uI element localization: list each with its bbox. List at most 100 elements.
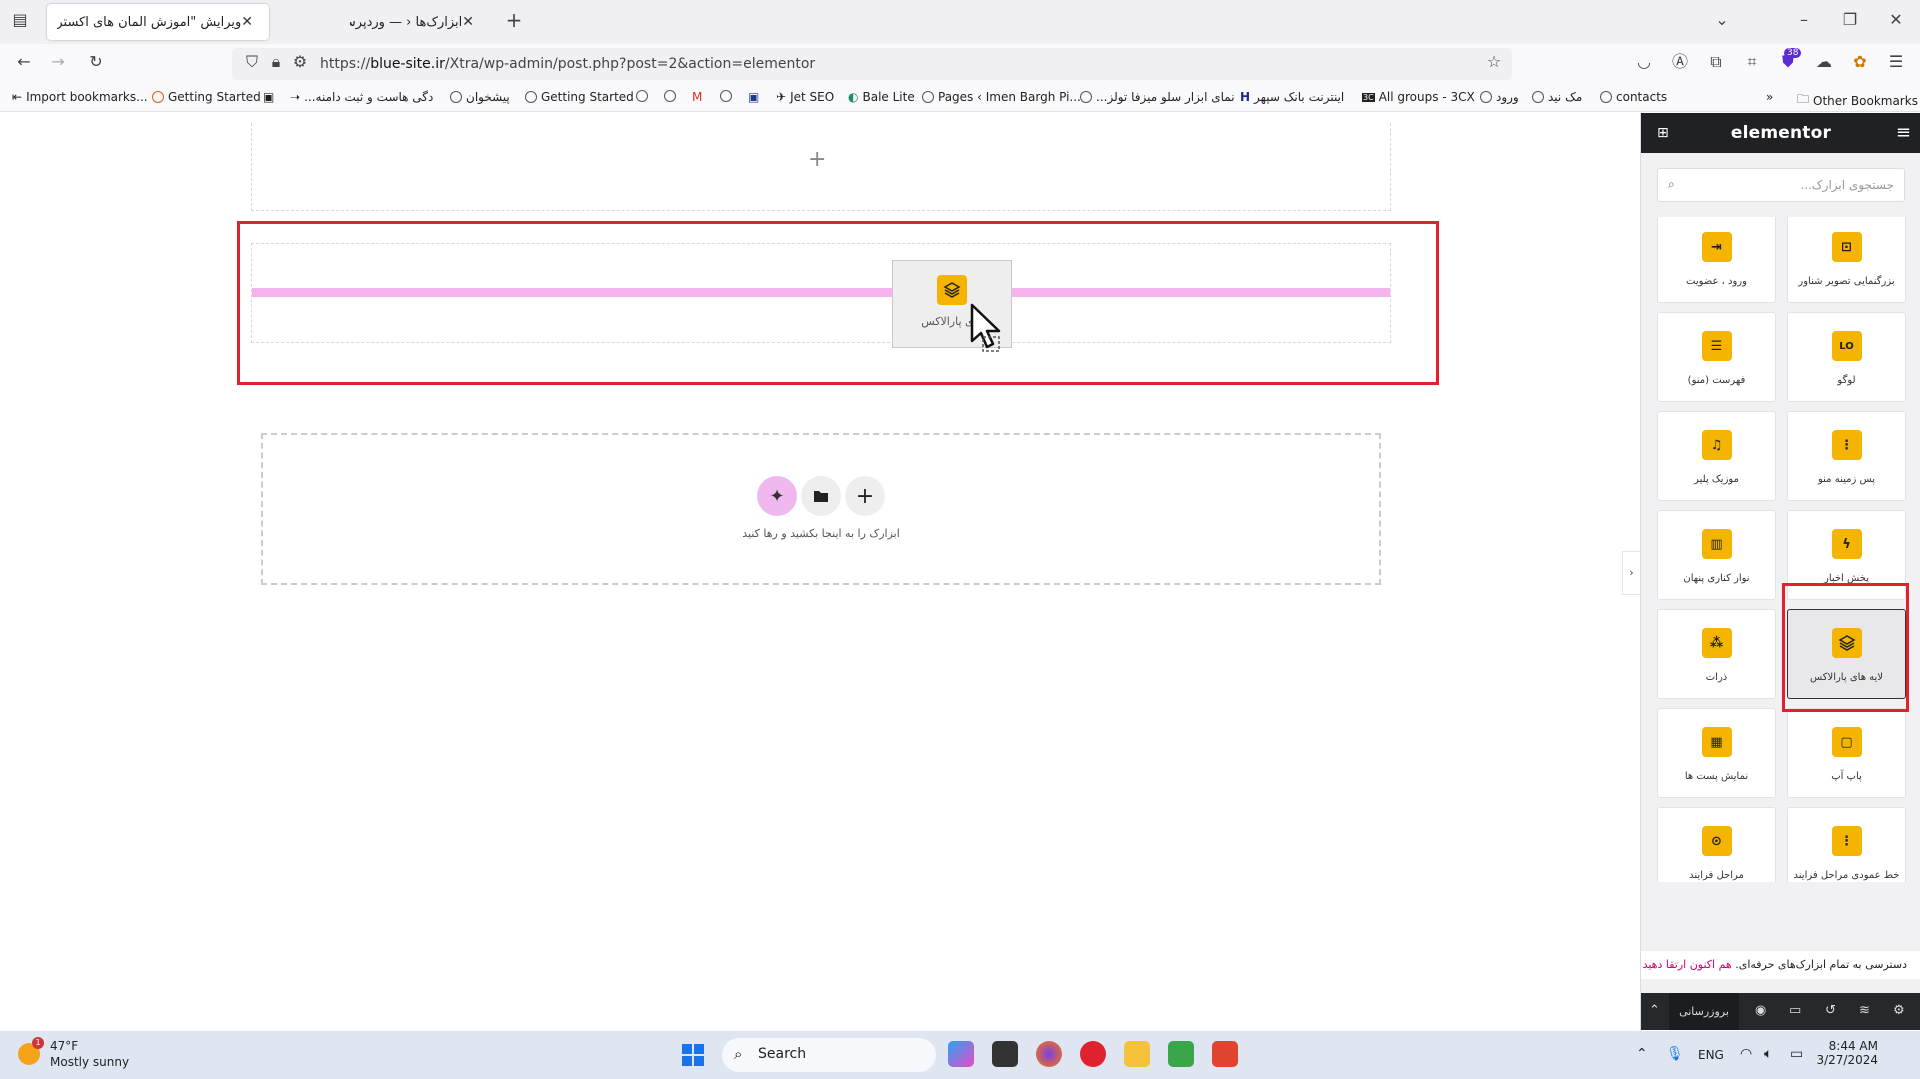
bookmark-item[interactable]: 3C All groups - 3CX [1362, 90, 1475, 104]
bookmark-item[interactable]: Pages ‹ Imen Bargh Pi... [922, 90, 1081, 104]
globe-icon [664, 90, 676, 102]
close-window-icon[interactable]: ✕ [1884, 10, 1908, 34]
hamburger-menu-icon[interactable]: ≡ [1896, 122, 1911, 143]
minimize-icon[interactable]: – [1792, 10, 1816, 34]
bookmarks-overflow[interactable]: » [1766, 90, 1773, 104]
bookmark-item[interactable]: ⇤ Import bookmarks... [12, 90, 148, 104]
permissions-icon[interactable]: ⚙ [288, 52, 312, 76]
settings-gear-icon[interactable]: ⚙ [1893, 1003, 1905, 1018]
bookmark-item[interactable]: ▣ [263, 90, 274, 104]
camtasia-green-icon[interactable] [1168, 1041, 1194, 1067]
widget-music-player[interactable]: ♫ موزیک پلیر [1657, 411, 1776, 501]
widget-vertical-process[interactable]: ⋮ خط عمودی مراحل فرایند [1787, 807, 1906, 882]
add-element-icon[interactable]: + [808, 147, 826, 172]
tab-widgets[interactable]: ✕ ابزارک‌ها ‹ — وردپرس [340, 4, 490, 40]
bookmark-item[interactable]: Getting Started [525, 90, 634, 104]
upgrade-link[interactable]: هم اکنون ارتقا دهید [1643, 958, 1732, 971]
task-view-icon[interactable] [992, 1041, 1018, 1067]
menu-icon: ☰ [1701, 331, 1732, 361]
widget-search-input[interactable]: ⌕ جستجوی ابزارک... [1657, 168, 1905, 202]
reload-icon[interactable]: ↻ [84, 52, 108, 76]
bookmark-item[interactable]: Getting Started [152, 90, 261, 104]
bookmark-item[interactable] [664, 90, 676, 102]
panel-collapse-button[interactable]: › [1622, 551, 1640, 595]
close-tab-icon[interactable]: ✕ [462, 14, 474, 30]
widget-popup[interactable]: ▢ پاپ آپ [1787, 708, 1906, 798]
vpn-icon[interactable]: ☁ [1812, 52, 1836, 76]
menu-background-icon: ⋮ [1831, 430, 1862, 460]
gear-extension-icon[interactable]: ✿ [1848, 52, 1872, 76]
widget-posts-grid[interactable]: ▦ نمایش پست ها [1657, 708, 1776, 798]
language-indicator[interactable]: ENG [1698, 1048, 1724, 1062]
add-section-button[interactable]: + [845, 476, 885, 516]
other-bookmarks[interactable]: 🗀 Other Bookmarks [1797, 90, 1918, 111]
bookmark-item[interactable]: H اینترنت بانک سپهر [1240, 90, 1344, 104]
new-tab-icon[interactable]: + [502, 10, 526, 34]
battery-icon[interactable]: ▭ [1790, 1046, 1803, 1062]
folder-icon [814, 491, 828, 502]
bookmark-item[interactable]: ◐ Bale Lite [848, 90, 915, 104]
widget-label: خط عمودی مراحل فرایند [1793, 870, 1900, 881]
windows-start-icon[interactable] [682, 1044, 704, 1066]
bookmark-item[interactable]: ➝ ...دگی هاست و ثبت دامنه [290, 90, 433, 104]
template-library-button[interactable] [801, 476, 841, 516]
music-player-icon: ♫ [1701, 430, 1732, 460]
opera-icon[interactable] [1080, 1041, 1106, 1067]
chevron-up-icon[interactable]: ⌃ [1649, 1003, 1660, 1018]
bookmark-item[interactable]: مک نید [1532, 90, 1582, 104]
widget-logo[interactable]: LO لوگو [1787, 312, 1906, 402]
bookmark-item[interactable]: ورود [1480, 90, 1519, 104]
lock-icon[interactable]: 🔒︎ [264, 52, 288, 76]
forward-icon[interactable]: → [46, 52, 70, 76]
bookmark-item[interactable]: ...نمای ابزار سلو میزفا تولز [1080, 90, 1235, 104]
account-icon[interactable]: Ⓐ [1668, 52, 1692, 76]
tab-overflow-chevron-icon[interactable]: ⌄ [1710, 10, 1734, 34]
widget-menu[interactable]: ☰ فهرست (منو) [1657, 312, 1776, 402]
firefox-icon[interactable] [1036, 1041, 1062, 1067]
restore-icon[interactable]: ❐ [1838, 10, 1862, 34]
file-explorer-icon[interactable] [1124, 1041, 1150, 1067]
preview-eye-icon[interactable]: ◉ [1755, 1003, 1766, 1018]
ai-sparkle-button[interactable]: ✦ [757, 476, 797, 516]
browser-menu-icon[interactable]: ☰ [1884, 52, 1908, 76]
bookmark-item[interactable]: ✈ Jet SEO [776, 90, 834, 104]
bookmark-item[interactable] [636, 90, 648, 102]
wifi-icon[interactable]: ◠ [1740, 1046, 1752, 1062]
pocket-icon[interactable]: ◡ [1632, 52, 1656, 76]
widget-login[interactable]: ⇥ ورود ، عضویت [1657, 217, 1776, 303]
shield-icon[interactable]: ⛉ [240, 52, 264, 76]
bookmark-item[interactable]: ▣ [748, 90, 759, 104]
copilot-icon[interactable] [948, 1041, 974, 1067]
tab-list-icon[interactable]: ▤ [8, 10, 32, 34]
widget-menu-background[interactable]: ⋮ پس زمینه منو [1787, 411, 1906, 501]
bookmark-item[interactable] [720, 90, 732, 102]
widget-hidden-sidebar[interactable]: ▥ نوار کناری پنهان [1657, 510, 1776, 600]
crop-icon[interactable]: ⌗ [1740, 52, 1764, 76]
widget-particles[interactable]: ⁂ ذرات [1657, 609, 1776, 699]
rocket-icon: ✈ [776, 90, 787, 104]
bookmark-star-icon[interactable]: ☆ [1482, 52, 1506, 76]
widget-process-steps[interactable]: ⊙ مراحل فرایند [1657, 807, 1776, 882]
update-button[interactable]: بروزرسانی [1669, 993, 1739, 1030]
close-tab-icon[interactable]: ✕ [241, 14, 253, 30]
extension-badge: 38 [1784, 48, 1802, 58]
microphone-icon[interactable]: 🎙︎ [1666, 1046, 1684, 1062]
widget-magnify-image[interactable]: ⊡ بزرگنمایی تصویر شناور [1787, 217, 1906, 303]
camtasia-red-icon[interactable] [1212, 1041, 1238, 1067]
bookmark-item[interactable]: contacts [1600, 90, 1667, 104]
volume-icon[interactable]: 🔈︎ [1764, 1046, 1772, 1062]
extensions-icon[interactable]: ⧉ [1704, 52, 1728, 76]
system-clock[interactable]: 8:44 AM 3/27/2024 [1808, 1039, 1878, 1067]
address-bar[interactable]: ⛉ 🔒︎ ⚙ https://blue-site.ir/Xtra/wp-admi… [232, 48, 1512, 80]
history-icon[interactable]: ↺ [1825, 1003, 1836, 1018]
back-icon[interactable]: ← [12, 52, 36, 76]
taskbar-search[interactable]: ⌕ Search [722, 1038, 936, 1072]
tray-chevron-up-icon[interactable]: ⌃ [1636, 1046, 1648, 1062]
app-icon: ▣ [748, 90, 760, 104]
globe-icon [1600, 91, 1612, 103]
navigator-layers-icon[interactable]: ≋ [1859, 1003, 1870, 1018]
responsive-icon[interactable]: ▭ [1789, 1003, 1801, 1018]
bookmark-item[interactable]: M [692, 90, 702, 104]
tab-editor[interactable]: ✕ ویرایش "آموزش المان های اکسترا - ف [47, 4, 269, 40]
bookmark-item[interactable]: پیشخوان [450, 90, 510, 104]
